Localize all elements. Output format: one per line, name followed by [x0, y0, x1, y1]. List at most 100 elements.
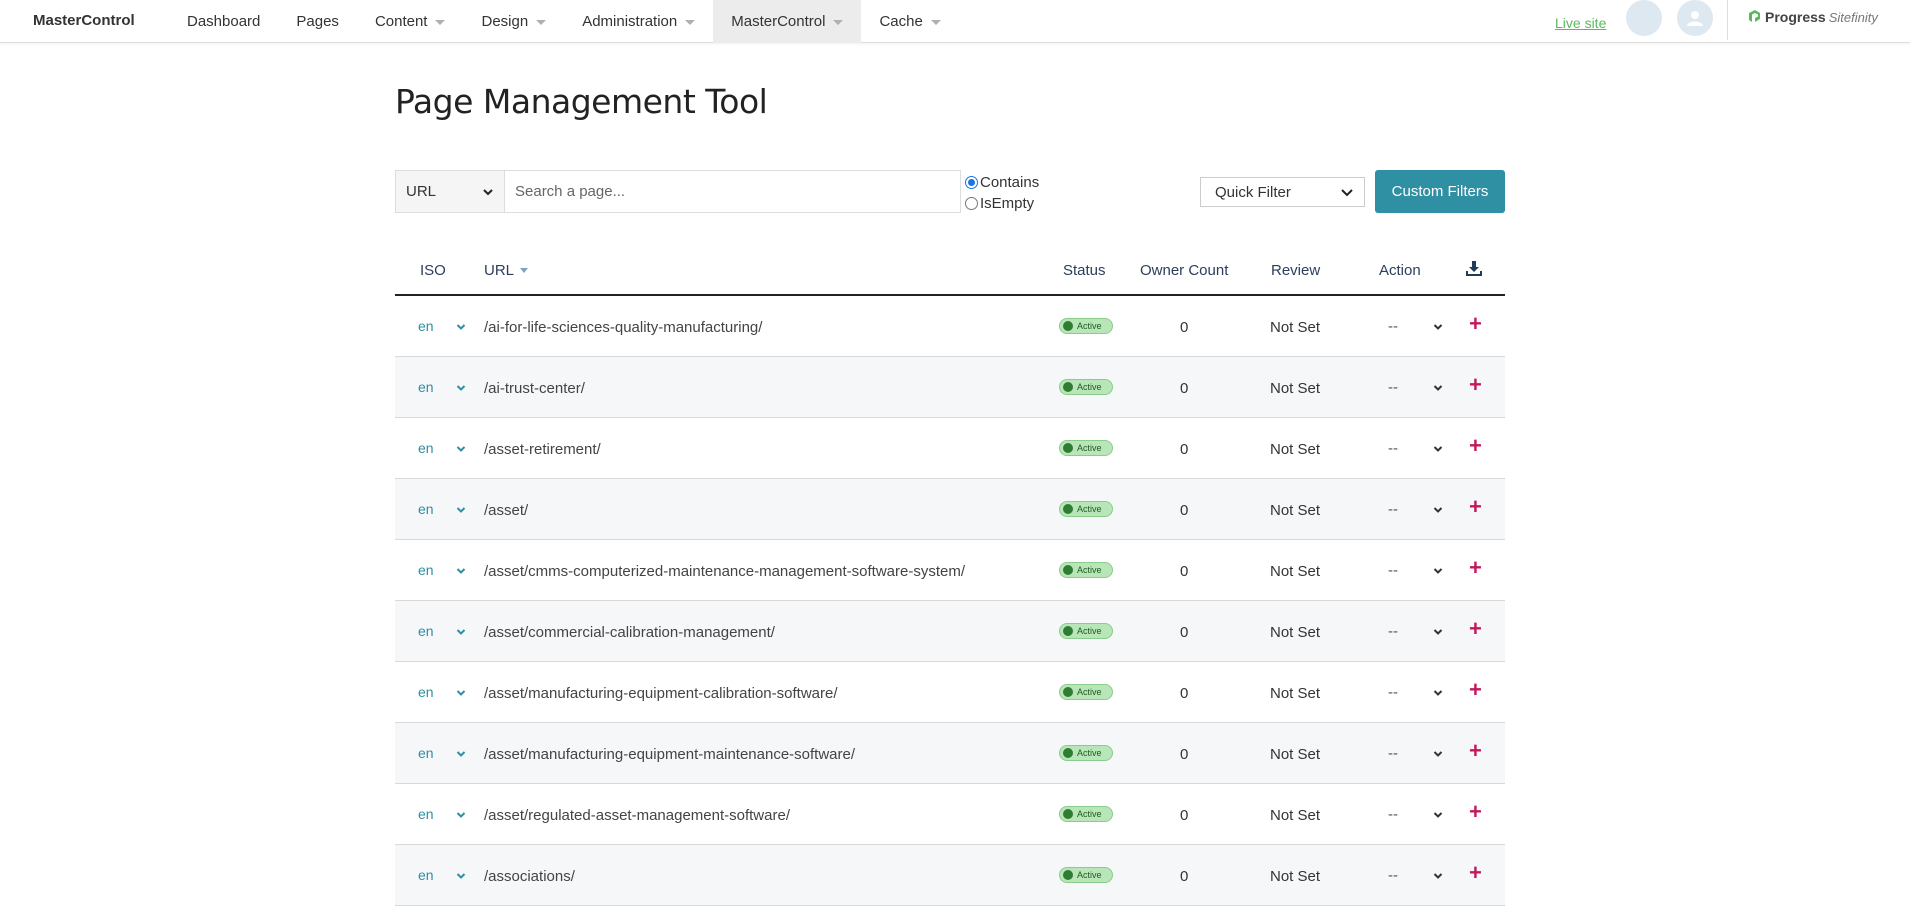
page-url[interactable]: /ai-trust-center/ [484, 380, 585, 397]
action-dropdown[interactable] [1432, 503, 1444, 520]
sort-desc-icon[interactable] [520, 268, 529, 273]
nav-item-content[interactable]: Content [357, 0, 464, 43]
page-url[interactable]: /asset/ [484, 502, 528, 519]
page-url[interactable]: /asset-retirement/ [484, 441, 601, 458]
table-row: en/asset-retirement/Active 0 Not Set -- + [395, 418, 1505, 479]
live-site-link[interactable]: Live site [1555, 15, 1606, 31]
header-url[interactable]: URL [484, 262, 529, 279]
action-value: -- [1388, 562, 1398, 579]
action-value: -- [1388, 379, 1398, 396]
radio-button[interactable] [965, 176, 978, 189]
header-status[interactable]: Status [1063, 262, 1106, 279]
search-type-select[interactable]: URL [395, 170, 505, 213]
language-dropdown[interactable] [455, 503, 467, 520]
add-icon[interactable]: + [1469, 494, 1482, 520]
iso-value: en [418, 623, 434, 639]
iso-value: en [418, 562, 434, 578]
radio-option-isempty[interactable]: IsEmpty [965, 193, 1039, 214]
chevron-down-icon [455, 381, 467, 398]
language-dropdown[interactable] [455, 869, 467, 886]
language-dropdown[interactable] [455, 625, 467, 642]
page-url[interactable]: /asset/manufacturing-equipment-maintenan… [484, 746, 855, 763]
table-row: en/ai-for-life-sciences-quality-manufact… [395, 296, 1505, 357]
page-url[interactable]: /asset/manufacturing-equipment-calibrati… [484, 685, 838, 702]
nav-item-mastercontrol[interactable]: MasterControl [713, 0, 862, 43]
quick-filter-value: Quick Filter [1215, 183, 1291, 201]
chevron-down-icon [1432, 686, 1444, 703]
review-value: Not Set [1270, 380, 1321, 397]
add-icon[interactable]: + [1469, 555, 1482, 581]
status-text: Active [1077, 504, 1102, 514]
radio-option-contains[interactable]: Contains [965, 172, 1039, 193]
nav-item-dashboard[interactable]: Dashboard [169, 0, 278, 43]
chevron-down-icon [1432, 564, 1444, 581]
language-dropdown[interactable] [455, 442, 467, 459]
iso-value: en [418, 806, 434, 822]
brand-title[interactable]: MasterControl [33, 12, 135, 29]
search-type-value: URL [406, 183, 437, 200]
action-dropdown[interactable] [1432, 381, 1444, 398]
quick-filter-select[interactable]: Quick Filter [1200, 177, 1365, 207]
add-icon[interactable]: + [1469, 311, 1482, 337]
page-url[interactable]: /asset/commercial-calibration-management… [484, 624, 775, 641]
search-input[interactable] [505, 170, 961, 213]
nav-item-label: MasterControl [731, 13, 826, 30]
action-dropdown[interactable] [1432, 442, 1444, 459]
caret-down-icon [930, 20, 941, 25]
action-dropdown[interactable] [1432, 320, 1444, 337]
header-action: Action [1379, 262, 1421, 279]
header-review[interactable]: Review [1271, 262, 1320, 279]
language-dropdown[interactable] [455, 381, 467, 398]
header-owner-count[interactable]: Owner Count [1140, 262, 1228, 279]
iso-value: en [418, 379, 434, 395]
header-iso[interactable]: ISO [420, 262, 446, 279]
owner-count: 0 [1180, 502, 1189, 519]
chevron-down-icon [1432, 869, 1444, 886]
add-icon[interactable]: + [1469, 738, 1482, 764]
chevron-down-icon [455, 503, 467, 520]
add-icon[interactable]: + [1469, 860, 1482, 886]
caret-down-icon [536, 20, 547, 25]
page-url[interactable]: /associations/ [484, 868, 575, 885]
custom-filters-button[interactable]: Custom Filters [1375, 170, 1505, 213]
status-text: Active [1077, 748, 1102, 758]
chevron-down-icon [1432, 320, 1444, 337]
action-dropdown[interactable] [1432, 564, 1444, 581]
notification-circle[interactable] [1626, 0, 1662, 36]
download-button[interactable] [1465, 260, 1483, 282]
chevron-down-icon [455, 747, 467, 764]
nav-item-cache[interactable]: Cache [861, 0, 958, 43]
status-dot [1063, 870, 1073, 880]
action-dropdown[interactable] [1432, 869, 1444, 886]
nav-item-label: Dashboard [187, 13, 261, 30]
add-icon[interactable]: + [1469, 616, 1482, 642]
language-dropdown[interactable] [455, 808, 467, 825]
progress-logo-icon [1749, 10, 1760, 22]
action-dropdown[interactable] [1432, 747, 1444, 764]
radio-button[interactable] [965, 197, 978, 210]
language-dropdown[interactable] [455, 686, 467, 703]
nav-item-administration[interactable]: Administration [564, 0, 713, 43]
add-icon[interactable]: + [1469, 372, 1482, 398]
language-dropdown[interactable] [455, 320, 467, 337]
nav-item-pages[interactable]: Pages [278, 0, 357, 43]
add-icon[interactable]: + [1469, 677, 1482, 703]
user-avatar[interactable] [1677, 0, 1713, 36]
action-dropdown[interactable] [1432, 625, 1444, 642]
action-dropdown[interactable] [1432, 808, 1444, 825]
language-dropdown[interactable] [455, 747, 467, 764]
add-icon[interactable]: + [1469, 799, 1482, 825]
review-value: Not Set [1270, 685, 1321, 702]
page-url[interactable]: /asset/regulated-asset-management-softwa… [484, 807, 790, 824]
nav-item-design[interactable]: Design [463, 0, 564, 43]
review-value: Not Set [1270, 563, 1321, 580]
caret-down-icon [833, 20, 844, 25]
owner-count: 0 [1180, 319, 1189, 336]
action-dropdown[interactable] [1432, 686, 1444, 703]
iso-value: en [418, 684, 434, 700]
page-url[interactable]: /ai-for-life-sciences-quality-manufactur… [484, 319, 762, 336]
status-badge: Active [1059, 318, 1113, 334]
add-icon[interactable]: + [1469, 433, 1482, 459]
page-url[interactable]: /asset/cmms-computerized-maintenance-man… [484, 563, 965, 580]
language-dropdown[interactable] [455, 564, 467, 581]
